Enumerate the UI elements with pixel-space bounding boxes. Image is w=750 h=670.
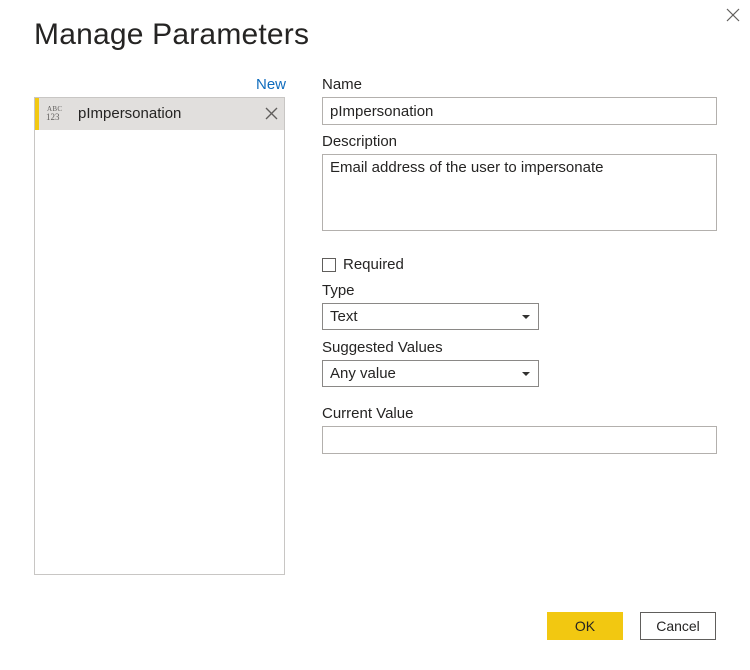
ok-button[interactable]: OK	[547, 612, 623, 640]
required-label: Required	[343, 256, 404, 273]
name-field[interactable]	[322, 97, 717, 125]
type-dropdown[interactable]: Text	[322, 303, 539, 330]
type-dropdown-value: Text	[330, 308, 358, 325]
abc-123-type-icon: ABC 123	[46, 105, 63, 122]
chevron-down-icon	[522, 372, 530, 376]
suggested-values-dropdown-value: Any value	[330, 365, 396, 382]
list-item-pimpersonation[interactable]: ABC 123 pImpersonation	[35, 98, 284, 130]
new-parameter-link[interactable]: New	[256, 76, 286, 93]
required-checkbox[interactable]	[322, 258, 336, 272]
name-label: Name	[322, 76, 363, 93]
manage-parameters-dialog: Manage Parameters New ABC 123 pImpersona…	[0, 0, 750, 670]
description-field[interactable]: Email address of the user to impersonate	[322, 154, 717, 231]
description-label: Description	[322, 133, 398, 150]
parameter-name-label: pImpersonation	[78, 105, 182, 122]
parameter-list: ABC 123 pImpersonation	[34, 97, 285, 575]
remove-icon[interactable]	[265, 107, 278, 120]
suggested-values-dropdown[interactable]: Any value	[322, 360, 539, 387]
chevron-down-icon	[522, 315, 530, 319]
current-value-field[interactable]	[322, 426, 717, 454]
suggested-values-label: Suggested Values	[322, 339, 443, 356]
selection-accent-bar	[35, 98, 39, 130]
cancel-button[interactable]: Cancel	[640, 612, 716, 640]
current-value-label: Current Value	[322, 405, 414, 422]
dialog-title: Manage Parameters	[34, 18, 310, 51]
close-icon[interactable]	[724, 6, 742, 24]
type-label: Type	[322, 282, 355, 299]
